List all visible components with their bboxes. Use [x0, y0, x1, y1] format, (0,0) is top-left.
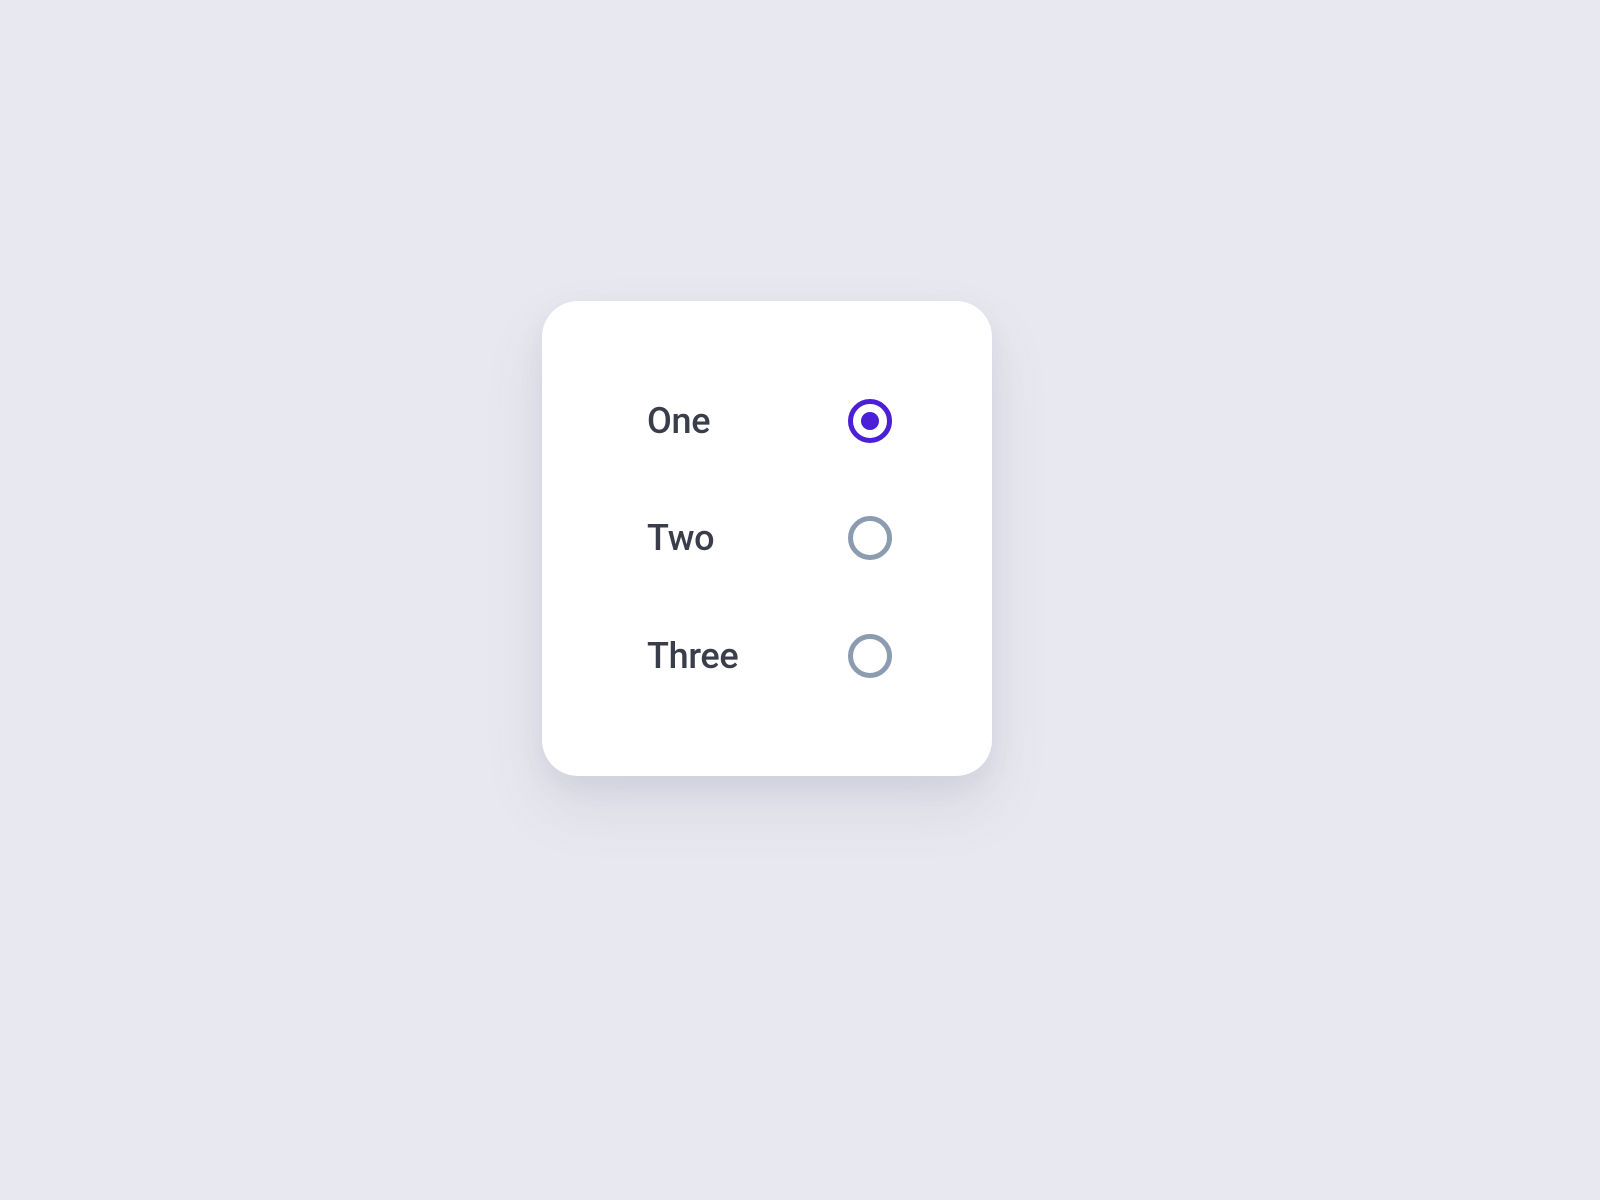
radio-row-two: Two	[647, 513, 892, 563]
radio-label-two: Two	[647, 517, 714, 559]
radio-label-three: Three	[647, 635, 738, 677]
radio-one[interactable]	[848, 399, 892, 443]
radio-two[interactable]	[848, 516, 892, 560]
radio-row-three: Three	[647, 631, 892, 681]
radio-label-one: One	[647, 400, 710, 442]
radio-row-one: One	[647, 396, 892, 446]
radio-three[interactable]	[848, 634, 892, 678]
radio-selected-dot-icon	[861, 412, 879, 430]
radio-card: One Two Three	[542, 301, 992, 776]
